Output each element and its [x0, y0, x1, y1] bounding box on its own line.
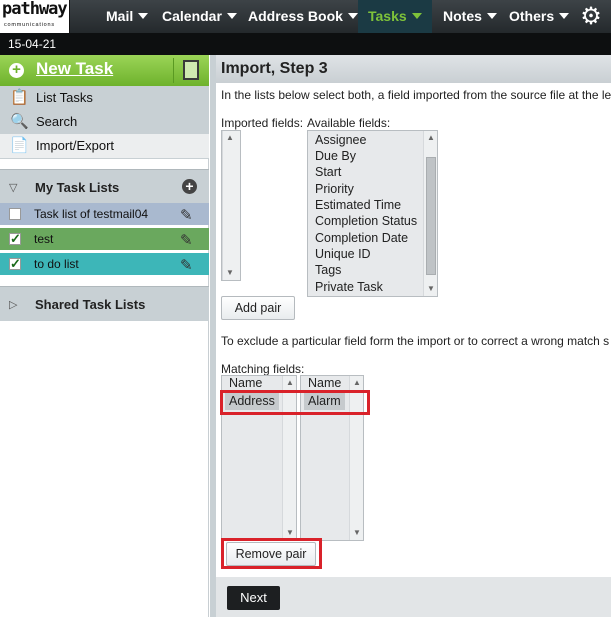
logo-wordmark: pathway — [2, 0, 68, 19]
column-header: Name — [229, 376, 263, 390]
sidebar-item-label: Search — [36, 114, 78, 129]
nav-notes[interactable]: Notes — [443, 0, 497, 33]
pencil-icon[interactable]: ✎ — [180, 205, 193, 227]
nav-mail-label: Mail — [106, 8, 134, 24]
nav-calendar[interactable]: Calendar — [162, 0, 237, 33]
collapse-triangle-icon[interactable]: ▽ — [9, 181, 17, 194]
search-icon: 🔍 — [10, 113, 29, 130]
pathway-logo[interactable]: pathway communications — [0, 0, 70, 33]
list-item[interactable]: Completion Status — [315, 214, 417, 228]
list-item[interactable]: Completion Date — [315, 231, 408, 245]
expand-triangle-icon[interactable]: ▷ — [9, 298, 17, 311]
top-navigation-bar: pathway communications Mail Calendar Add… — [0, 0, 611, 33]
scrollbar[interactable]: ▲ ▼ — [423, 131, 437, 296]
imported-fields-list[interactable]: ▲ ▼ — [221, 130, 241, 281]
import-panel: Import, Step 3 In the lists below select… — [216, 55, 611, 617]
task-list-item[interactable]: Task list of testmail04 ✎ — [0, 203, 209, 225]
sidebar-item-label: List Tasks — [36, 90, 93, 105]
instruction-text: In the lists below select both, a field … — [221, 88, 611, 102]
available-fields-list[interactable]: Assignee Due By Start Priority Estimated… — [307, 130, 438, 297]
list-item[interactable]: Unique ID — [315, 247, 371, 261]
nav-address-book-label: Address Book — [248, 8, 343, 24]
new-task-button[interactable]: + New Task — [0, 55, 209, 86]
nav-address-book[interactable]: Address Book — [248, 0, 358, 33]
list-item[interactable]: Priority — [315, 182, 354, 196]
main-area: Import, Step 3 In the lists below select… — [210, 55, 611, 617]
scroll-down-icon[interactable]: ▼ — [425, 283, 437, 295]
plus-icon: + — [9, 62, 24, 78]
chevron-down-icon — [347, 13, 358, 19]
list-item[interactable]: Private Task — [315, 280, 383, 294]
scroll-down-icon[interactable]: ▼ — [351, 527, 363, 539]
scroll-down-icon[interactable]: ▼ — [224, 267, 236, 279]
shared-task-lists-label: Shared Task Lists — [35, 297, 146, 312]
clipboard-icon: 📋 — [10, 89, 29, 106]
sidebar-item-import-export[interactable]: 📄 Import/Export — [0, 134, 209, 158]
task-list-label: test — [34, 232, 54, 246]
scrollbar[interactable]: ▲ ▼ — [222, 131, 240, 280]
pencil-icon[interactable]: ✎ — [180, 255, 193, 277]
nav-others[interactable]: Others — [509, 0, 570, 33]
scroll-up-icon[interactable]: ▲ — [425, 132, 437, 144]
task-list-label: to do list — [34, 257, 79, 271]
my-task-lists-label: My Task Lists — [35, 180, 120, 195]
add-pair-button[interactable]: Add pair — [221, 296, 295, 320]
list-item[interactable]: Tags — [315, 263, 341, 277]
sidebar-item-list-tasks[interactable]: 📋 List Tasks — [0, 86, 209, 110]
current-date: 15-04-21 — [8, 37, 57, 51]
add-list-icon[interactable]: + — [182, 179, 197, 194]
column-header: Name — [308, 376, 342, 390]
gear-icon[interactable]: ⚙ — [578, 4, 604, 30]
page-title: Import, Step 3 — [216, 55, 611, 83]
scrollbar-thumb[interactable] — [426, 157, 436, 275]
nav-calendar-label: Calendar — [162, 8, 222, 24]
task-list-item[interactable]: ✓ test ✎ — [0, 228, 209, 250]
sidebar-item-search[interactable]: 🔍 Search — [0, 110, 209, 134]
highlight-box — [221, 538, 322, 569]
task-list-label: Task list of testmail04 — [34, 207, 149, 221]
list-item[interactable]: Assignee — [315, 133, 366, 147]
nav-mail[interactable]: Mail — [106, 0, 149, 33]
chevron-down-icon — [486, 13, 497, 19]
new-task-list-icon[interactable] — [183, 60, 199, 80]
exclude-instruction-text: To exclude a particular field form the i… — [221, 334, 610, 348]
chevron-down-icon — [559, 13, 570, 19]
next-button[interactable]: Next — [227, 586, 280, 610]
list-checkbox[interactable] — [9, 208, 21, 220]
sidebar: + New Task 📋 List Tasks 🔍 Search 📄 Impor… — [0, 55, 209, 617]
chevron-down-icon — [138, 13, 149, 19]
sidebar-item-label: Import/Export — [36, 138, 115, 153]
list-checkbox[interactable]: ✓ — [9, 257, 21, 270]
new-task-label: New Task — [36, 59, 114, 78]
scroll-up-icon[interactable]: ▲ — [284, 377, 296, 389]
list-item[interactable]: Start — [315, 165, 341, 179]
nav-notes-label: Notes — [443, 8, 482, 24]
list-checkbox[interactable]: ✓ — [9, 232, 21, 245]
list-item[interactable]: Due By — [315, 149, 356, 163]
highlight-box — [220, 390, 370, 415]
footer-bar: Next — [216, 577, 611, 617]
list-item[interactable]: Estimated Time — [315, 198, 401, 212]
matching-fields-label: Matching fields: — [221, 362, 305, 376]
scroll-up-icon[interactable]: ▲ — [224, 132, 236, 144]
scroll-up-icon[interactable]: ▲ — [351, 377, 363, 389]
sidebar-menu: 📋 List Tasks 🔍 Search 📄 Import/Export — [0, 86, 209, 159]
chevron-down-icon — [226, 13, 237, 19]
nav-tasks[interactable]: Tasks — [358, 0, 432, 33]
task-list-item[interactable]: ✓ to do list ✎ — [0, 253, 209, 275]
imported-fields-label: Imported fields: — [221, 116, 304, 130]
import-export-icon: 📄 — [10, 137, 29, 154]
nav-others-label: Others — [509, 8, 555, 24]
chevron-down-icon — [411, 13, 422, 19]
my-task-lists-header[interactable]: ▽ My Task Lists + — [0, 169, 209, 204]
date-bar: 15-04-21 — [0, 33, 611, 55]
nav-tasks-label: Tasks — [368, 8, 407, 24]
pencil-icon[interactable]: ✎ — [180, 230, 193, 252]
available-fields-label: Available fields: — [307, 116, 391, 130]
shared-task-lists-header[interactable]: ▷ Shared Task Lists — [0, 286, 209, 321]
divider — [173, 58, 174, 83]
logo-subtitle: communications — [4, 22, 55, 28]
